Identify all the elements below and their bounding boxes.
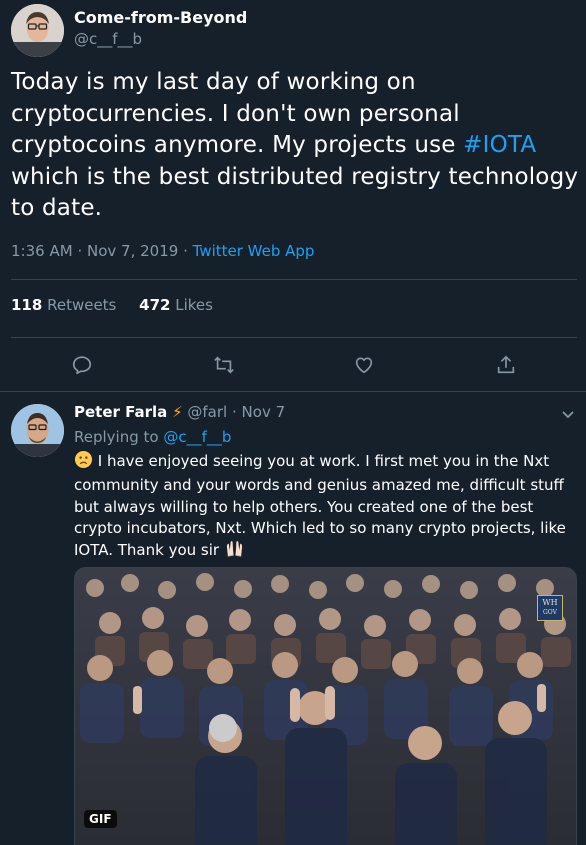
meta-separator: · [183,242,188,260]
likes-count: 472 [139,296,171,314]
gif-badge: GIF [84,810,117,828]
likes-label: Likes [175,296,213,314]
tweet-time[interactable]: 1:36 AM [11,242,73,260]
share-icon [497,355,515,374]
divider [11,279,577,280]
replying-to: Replying to @c__f__b [74,428,231,446]
watermark-text: GOV [543,609,557,616]
reply-author-handle[interactable]: @farl [187,403,227,421]
tweet-date[interactable]: Nov 7, 2019 [87,242,178,260]
retweet-button[interactable] [204,345,244,385]
retweets-label: Retweets [47,296,117,314]
retweets-count: 118 [11,296,43,314]
tweet-text: Today is my last day of working on crypt… [11,67,581,225]
reply-header: Peter Farla ⚡ @farl · Nov 7 [74,403,285,421]
tweet-stats: 118 Retweets 472 Likes [11,296,231,314]
tweet-meta: 1:36 AM · Nov 7, 2019 · Twitter Web App [11,242,314,260]
reply-tweet[interactable]: Peter Farla ⚡ @farl · Nov 7 Replying to … [0,392,586,845]
tweet-text-part: Today is my last day of working on crypt… [11,69,464,158]
reply-author-avatar[interactable] [11,404,64,457]
author-name[interactable]: Come-from-Beyond [74,8,247,27]
share-button[interactable] [486,345,526,385]
author-avatar[interactable] [11,4,64,57]
watermark-text: WH [542,598,558,607]
like-button[interactable] [344,345,384,385]
retweet-icon [214,356,234,374]
meta-separator: · [231,403,237,421]
tweet-text-part: which is the best distributed registry t… [11,163,579,222]
author-handle[interactable]: @c__f__b [74,30,142,48]
reply-date[interactable]: Nov 7 [242,403,286,421]
raised-hands-icon [224,539,245,564]
meta-separator: · [77,242,83,260]
replying-handle[interactable]: @c__f__b [163,428,231,446]
lightning-icon: ⚡ [172,403,183,421]
replying-label: Replying to [74,428,164,446]
main-tweet: Come-from-Beyond @c__f__b Today is my la… [0,0,586,392]
white-house-logo: WH GOV [537,595,563,621]
divider [11,337,577,338]
tweet-source[interactable]: Twitter Web App [193,242,315,260]
reply-author-name[interactable]: Peter Farla [74,403,167,421]
chevron-down-icon[interactable] [560,406,576,426]
reply-text: I have enjoyed seeing you at work. I fir… [74,450,579,564]
retweets-stat[interactable]: 118 Retweets [11,296,116,314]
likes-stat[interactable]: 472 Likes [139,296,213,314]
reply-text-body: I have enjoyed seeing you at work. I fir… [74,452,566,560]
gif-media[interactable]: WH GOV GIF [74,567,577,845]
gif-image [75,568,576,845]
sad-face-icon [74,450,93,475]
like-icon [355,357,373,374]
reply-button[interactable] [62,345,102,385]
action-bar [0,345,586,385]
reply-icon [72,356,92,375]
hashtag-link[interactable]: #IOTA [463,132,536,158]
